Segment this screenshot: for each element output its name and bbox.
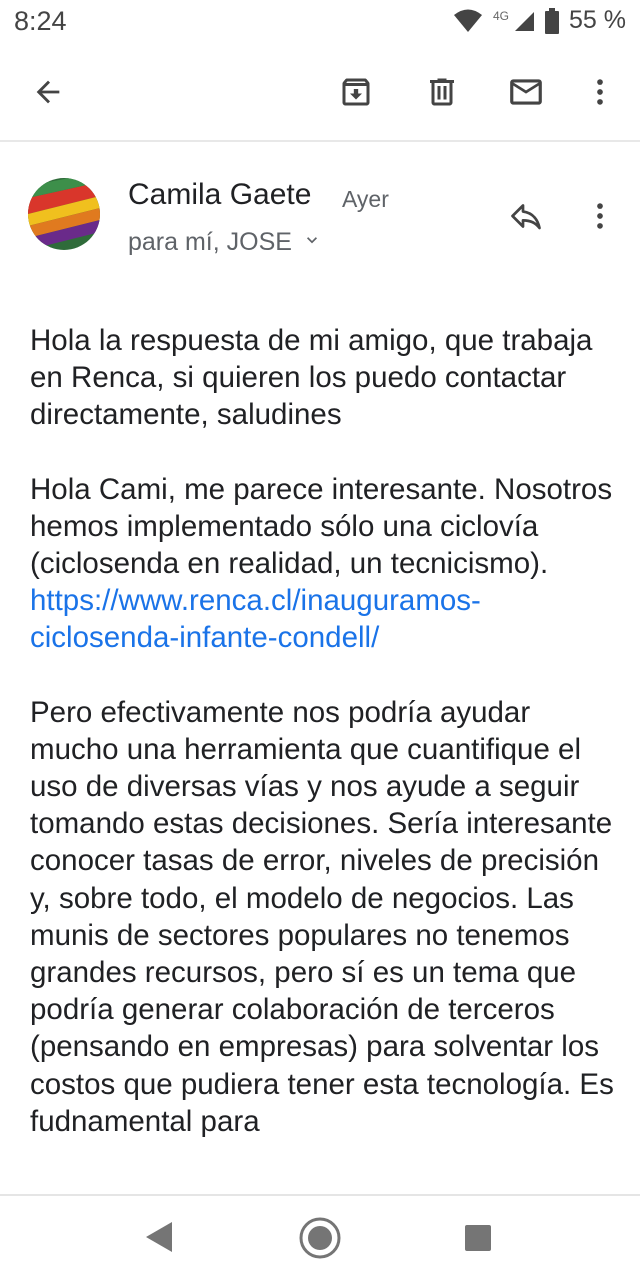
status-icons: 4G 55 % — [453, 6, 626, 35]
email-toolbar — [0, 44, 640, 140]
cell-signal-icon — [513, 10, 535, 32]
wifi-icon — [453, 9, 483, 33]
status-time: 8:24 — [14, 6, 67, 36]
more-vert-icon[interactable] — [574, 190, 626, 242]
email-link[interactable]: https://www.renca.cl/inauguramos-ciclose… — [30, 584, 481, 654]
network-type: 4G — [493, 8, 510, 23]
avatar[interactable] — [28, 178, 100, 250]
recipients-text: para mí, JOSE — [128, 228, 292, 256]
nav-home-icon[interactable] — [298, 1216, 342, 1265]
mark-unread-icon[interactable] — [500, 66, 552, 118]
email-time: Ayer — [342, 186, 389, 212]
email-paragraph: Pero efectivamente nos podría ayudar muc… — [30, 695, 614, 1138]
nav-recents-icon[interactable] — [464, 1224, 492, 1257]
email-paragraph: Hola Cami, me parece interesante. Nosotr… — [30, 471, 620, 657]
email-paragraph-text: Hola Cami, me parece interesante. Nosotr… — [30, 472, 613, 581]
back-arrow-icon[interactable] — [22, 66, 74, 118]
sender-name: Camila Gaete — [128, 178, 312, 211]
archive-icon[interactable] — [330, 66, 382, 118]
sender-header: Camila Gaete Ayer para mí, JOSE — [0, 160, 640, 270]
email-body: Hola la respuesta de mi amigo, que traba… — [30, 322, 620, 1194]
recipients-toggle[interactable]: para mí, JOSE — [128, 228, 322, 257]
reply-icon[interactable] — [500, 190, 552, 242]
battery-percent: 55 % — [569, 6, 626, 34]
more-vert-icon[interactable] — [574, 66, 626, 118]
email-paragraph: Hola la respuesta de mi amigo, que traba… — [30, 324, 593, 432]
nav-back-icon[interactable] — [142, 1220, 174, 1259]
toolbar-divider — [0, 140, 640, 142]
system-nav-bar — [0, 1194, 640, 1282]
status-bar: 8:24 4G 55 % — [0, 0, 640, 44]
battery-icon — [545, 7, 560, 34]
delete-icon[interactable] — [416, 66, 468, 118]
chevron-down-icon — [302, 228, 322, 257]
